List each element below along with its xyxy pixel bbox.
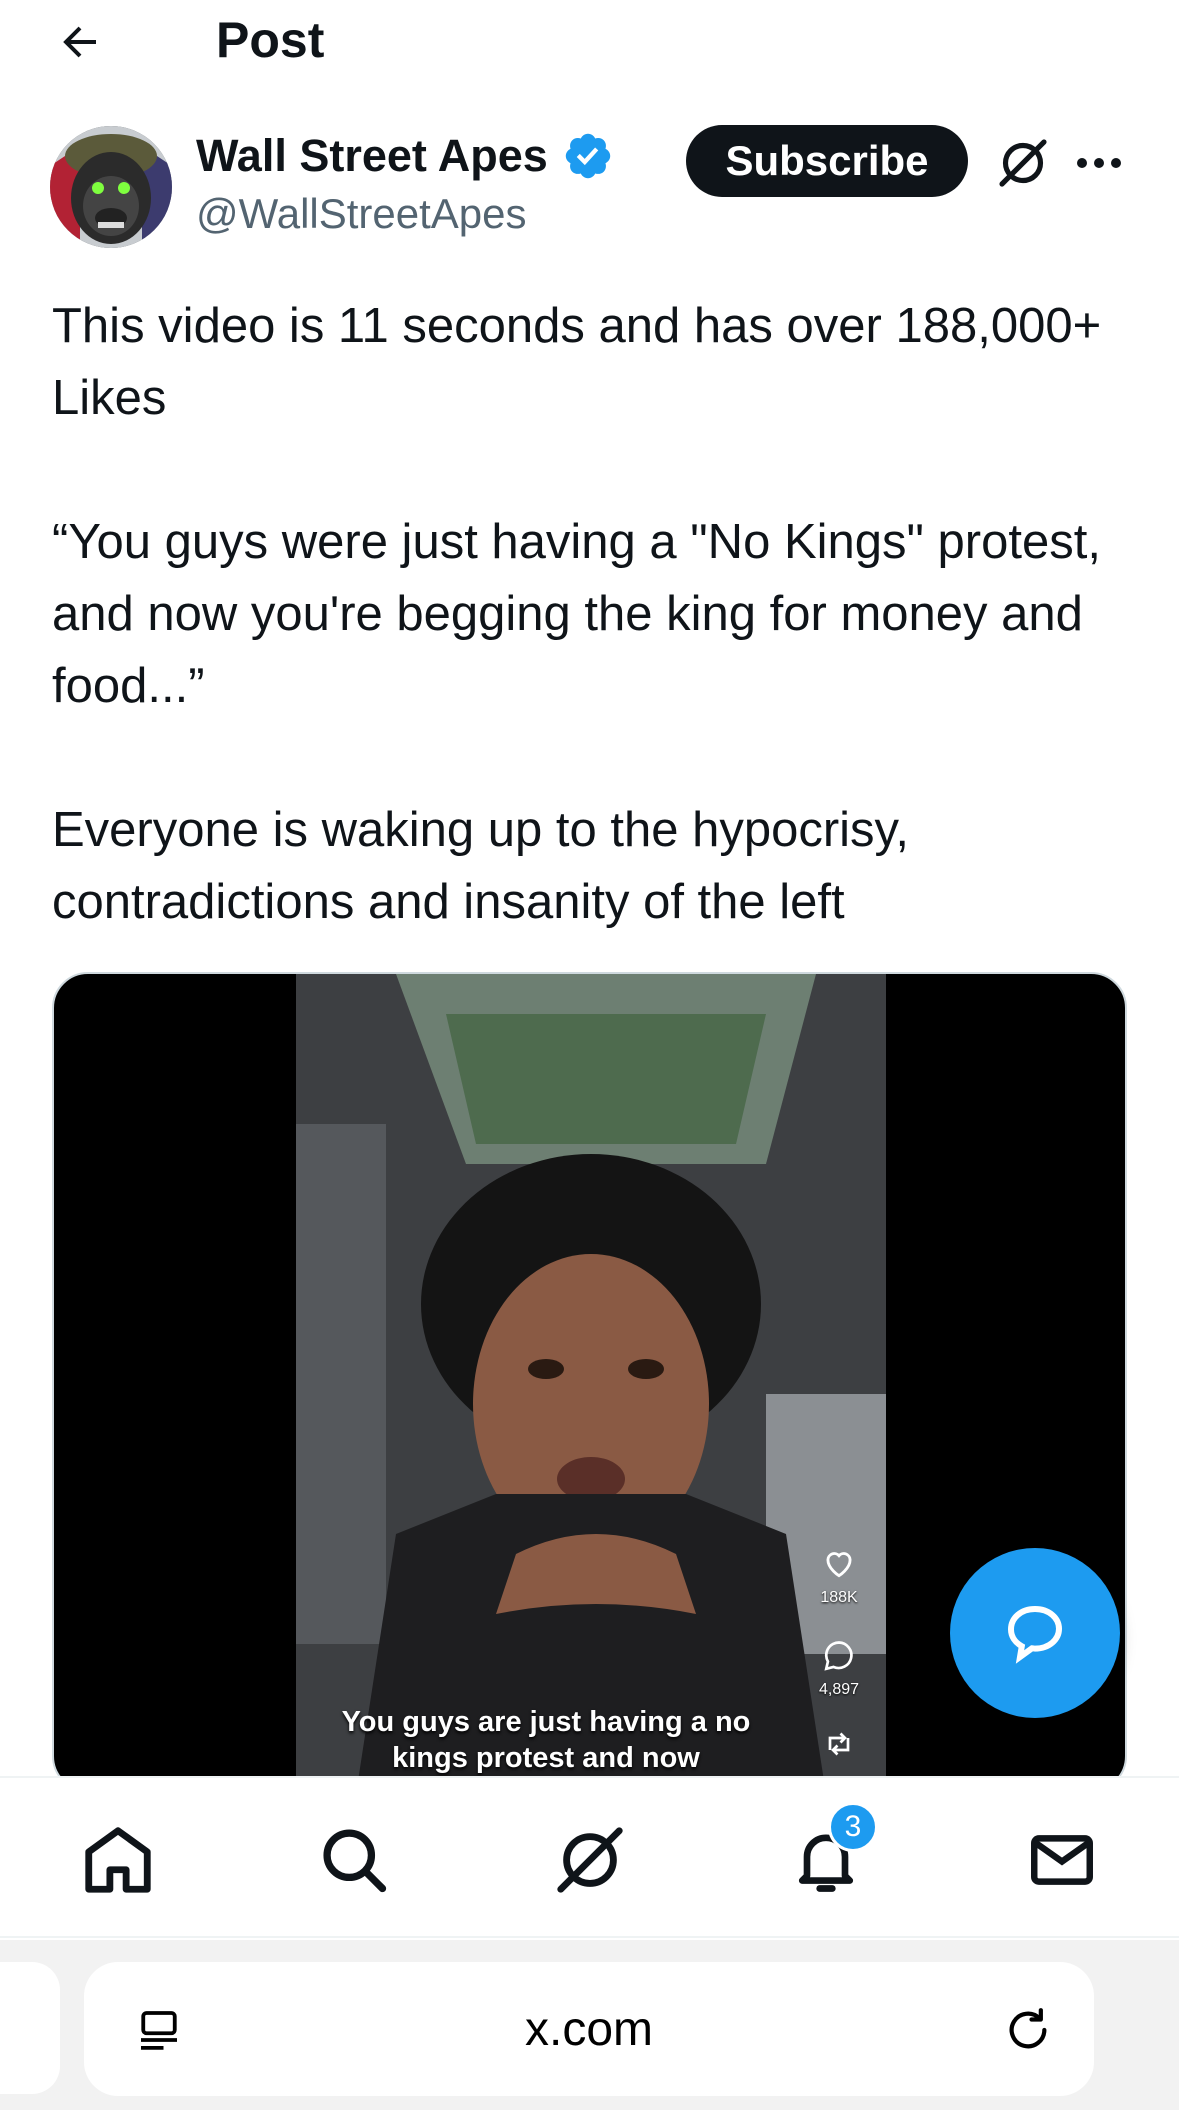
- nav-search[interactable]: [312, 1818, 396, 1902]
- video-caption-line: You guys are just having a no: [341, 1706, 751, 1738]
- video-like-stat: 188K: [804, 1544, 874, 1607]
- chat-bubble-icon: [1007, 1605, 1063, 1664]
- grok-icon: [999, 139, 1047, 187]
- post-paragraph: Everyone is waking up to the hypocrisy, …: [52, 803, 910, 929]
- nav-home[interactable]: [76, 1818, 160, 1902]
- nav-messages[interactable]: [1020, 1818, 1104, 1902]
- post-paragraph: This video is 11 seconds and has over 18…: [52, 299, 1102, 425]
- previous-tab-peek[interactable]: [0, 1962, 60, 2094]
- more-options-button[interactable]: [1072, 138, 1126, 188]
- notifications-badge: 3: [828, 1802, 878, 1852]
- video-like-count: 188K: [820, 1589, 858, 1606]
- subscribe-button[interactable]: Subscribe: [686, 125, 968, 197]
- heart-icon: [826, 1552, 852, 1578]
- video-thumbnail-image: [296, 974, 886, 1790]
- more-icon: [1077, 158, 1121, 168]
- video-comment-count: 4,897: [818, 1681, 860, 1698]
- compose-reply-button[interactable]: [950, 1548, 1120, 1718]
- avatar[interactable]: [50, 126, 172, 248]
- author-handle[interactable]: @WallStreetApes: [196, 188, 527, 240]
- post-paragraph: “You guys were just having a "No Kings" …: [52, 515, 1101, 713]
- post-author: Wall Street Apes @WallStreetApes Subscri…: [0, 118, 1179, 258]
- post-text: This video is 11 seconds and has over 18…: [52, 290, 1132, 938]
- video-frame: 188K 4,897 You guys are just having a no…: [296, 974, 886, 1790]
- repost-icon: [828, 1732, 850, 1756]
- video-comment-stat: 4,897: [804, 1638, 874, 1699]
- nav-grok[interactable]: [548, 1818, 632, 1902]
- video-caption: You guys are just having a no kings prot…: [336, 1704, 756, 1776]
- video-caption-line: kings protest and now: [392, 1742, 700, 1774]
- address-bar[interactable]: x.com: [84, 1962, 1094, 2096]
- verified-badge-icon: [565, 133, 611, 179]
- reload-icon[interactable]: [1000, 2002, 1056, 2058]
- grok-icon: [557, 1827, 623, 1893]
- top-bar: Post: [0, 0, 1179, 90]
- search-icon: [323, 1829, 387, 1893]
- arrow-left-icon: [63, 26, 96, 58]
- page-title: Post: [216, 12, 325, 68]
- mail-icon: [1031, 1835, 1093, 1885]
- home-icon: [85, 1827, 151, 1893]
- url-text[interactable]: x.com: [84, 1962, 1094, 2096]
- nav-notifications[interactable]: 3: [784, 1802, 878, 1902]
- gorilla-avatar-image: [50, 126, 172, 248]
- back-button[interactable]: [48, 10, 112, 74]
- browser-toolbar: x.com: [0, 1940, 1179, 2110]
- comment-icon: [824, 1641, 853, 1671]
- video-share-stat: [804, 1726, 874, 1767]
- bottom-nav: 3: [0, 1776, 1179, 1938]
- author-display-name[interactable]: Wall Street Apes: [196, 128, 548, 184]
- grok-button[interactable]: [990, 130, 1056, 196]
